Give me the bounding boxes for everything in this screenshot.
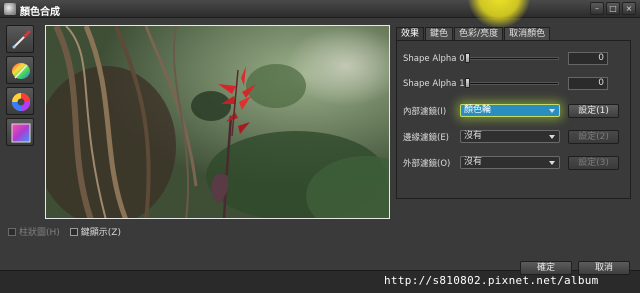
window-title: 顏色合成	[20, 7, 60, 18]
outer-filter-select[interactable]: 沒有	[460, 156, 560, 169]
color-palette-icon	[12, 63, 30, 79]
edge-filter-value: 沒有	[464, 131, 483, 141]
histogram-label: 柱狀圖(H)	[19, 228, 60, 238]
cursor-highlight	[468, 0, 530, 28]
minimize-icon[interactable]: –	[590, 2, 604, 15]
keyer-display-label: 鍵顯示(Z)	[80, 228, 121, 238]
shape-alpha-1-value[interactable]: 0	[568, 77, 608, 90]
gradient-tool[interactable]	[6, 118, 34, 146]
shape-alpha-1-slider[interactable]	[465, 82, 559, 85]
edge-filter-settings-button[interactable]: 設定(2)	[568, 130, 619, 144]
eyedropper-tool[interactable]	[6, 25, 34, 53]
shape-alpha-1-thumb[interactable]	[465, 78, 470, 88]
inner-filter-label: 內部濾鏡(I)	[403, 107, 447, 117]
gradient-square-icon	[11, 123, 31, 143]
chevron-down-icon	[549, 135, 555, 139]
watermark-url: http://s810802.pixnet.net/album	[384, 274, 599, 287]
tool-palette	[6, 25, 37, 149]
keyer-display-checkbox[interactable]: 鍵顯示(Z)	[69, 225, 121, 238]
chevron-down-icon	[549, 109, 555, 113]
title-bar: 顏色合成 – □ ×	[0, 0, 640, 28]
inner-filter-value: 顏色輪	[464, 105, 492, 115]
flower-photo	[46, 26, 389, 218]
close-icon[interactable]: ×	[622, 2, 636, 15]
inner-filter-select[interactable]: 顏色輪	[460, 104, 560, 117]
window-controls: – □ ×	[590, 2, 636, 15]
shape-alpha-0-label: Shape Alpha 0	[403, 54, 465, 64]
tab-color-brightness[interactable]: 色彩/亮度	[454, 27, 504, 40]
shape-alpha-0-thumb[interactable]	[465, 53, 470, 63]
shape-alpha-0-value[interactable]: 0	[568, 52, 608, 65]
keyer-display-box[interactable]	[69, 227, 78, 236]
outer-filter-value: 沒有	[464, 157, 483, 167]
eyedropper-icon	[12, 30, 31, 49]
preview-image	[45, 25, 390, 219]
effect-panel: Shape Alpha 0 0 Shape Alpha 1 0 內部濾鏡(I) …	[396, 40, 631, 199]
app-icon	[4, 3, 16, 15]
color-composite-dialog: 顏色合成 – □ × 柱狀圖(H) 鍵顯示(Z) 效果 鍵色 色彩/亮度 取消顏…	[0, 0, 640, 293]
color-palette-tool[interactable]	[6, 56, 34, 84]
maximize-icon[interactable]: □	[606, 2, 620, 15]
histogram-box[interactable]	[8, 227, 16, 236]
shape-alpha-1-label: Shape Alpha 1	[403, 79, 465, 89]
inner-filter-settings-button[interactable]: 設定(1)	[568, 104, 619, 118]
color-wheel-icon	[12, 93, 30, 111]
edge-filter-select[interactable]: 沒有	[460, 130, 560, 143]
settings-tabs: 效果 鍵色 色彩/亮度 取消顏色	[396, 27, 551, 40]
tab-remove-color[interactable]: 取消顏色	[504, 27, 551, 40]
display-options: 柱狀圖(H) 鍵顯示(Z)	[8, 225, 121, 238]
outer-filter-label: 外部濾鏡(O)	[403, 159, 451, 169]
tab-key-color[interactable]: 鍵色	[425, 27, 454, 40]
cancel-button[interactable]: 取消	[578, 261, 630, 275]
color-wheel-tool[interactable]	[6, 87, 34, 115]
shape-alpha-0-slider[interactable]	[465, 57, 559, 60]
outer-filter-settings-button[interactable]: 設定(3)	[568, 156, 619, 170]
tab-effect[interactable]: 效果	[396, 27, 425, 40]
edge-filter-label: 邊緣濾鏡(E)	[403, 133, 450, 143]
ok-button[interactable]: 確定	[520, 261, 572, 275]
chevron-down-icon	[549, 161, 555, 165]
histogram-checkbox[interactable]: 柱狀圖(H)	[8, 225, 60, 238]
